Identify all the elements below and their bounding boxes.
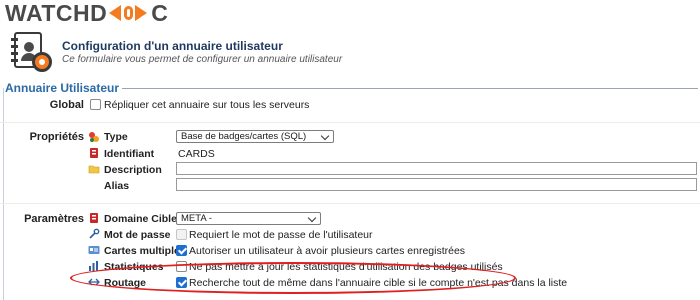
- identifier-label: Identifiant: [104, 148, 155, 160]
- password-option[interactable]: Requiert le mot de passe de l'utilisateu…: [189, 229, 373, 241]
- row-separator: [0, 203, 700, 204]
- password-label: Mot de passe: [104, 229, 171, 241]
- logo-text-left: WATCHD: [5, 0, 108, 26]
- description-icon: [88, 165, 100, 174]
- description-label: Description: [104, 164, 162, 176]
- alias-input[interactable]: [176, 178, 697, 191]
- target-domain-select[interactable]: META -: [176, 212, 321, 225]
- password-icon: [89, 228, 100, 239]
- page-subtitle: Ce formulaire vous permet de configurer …: [62, 54, 343, 65]
- multi-cards-label: Cartes multiples: [104, 245, 186, 257]
- chevron-down-icon: [320, 131, 330, 141]
- cards-icon: [88, 246, 100, 254]
- description-input[interactable]: [176, 162, 697, 175]
- directory-settings-icon: [10, 32, 54, 72]
- global-label: Global: [49, 99, 84, 111]
- replicate-label[interactable]: Répliquer cet annuaire sur tous les serv…: [104, 99, 309, 111]
- target-domain-select-value: META -: [181, 213, 212, 224]
- identifier-icon: [90, 148, 98, 158]
- row-separator: [0, 122, 700, 123]
- logo-mark-icon: [108, 3, 150, 23]
- section-legend: Annuaire Utilisateur: [5, 81, 123, 95]
- alias-label: Alias: [104, 180, 130, 192]
- multi-cards-checkbox[interactable]: [176, 245, 187, 256]
- logo-text-right: C: [151, 0, 169, 26]
- watchdoc-logo[interactable]: WATCHD C: [5, 1, 168, 25]
- page-title: Configuration d'un annuaire utilisateur: [62, 39, 283, 53]
- replicate-checkbox[interactable]: [90, 99, 101, 110]
- properties-label: Propriétés: [29, 131, 84, 143]
- password-checkbox[interactable]: [176, 229, 187, 240]
- type-icon: [89, 132, 99, 142]
- target-domain-label: Domaine Cible: [104, 213, 177, 225]
- highlight-annotation: [70, 262, 516, 294]
- chevron-down-icon: [307, 213, 317, 223]
- parameters-label: Paramètres: [24, 213, 84, 225]
- type-select-value: Base de badges/cartes (SQL): [181, 131, 307, 142]
- top-bar: WATCHD C: [0, 0, 700, 26]
- type-select[interactable]: Base de badges/cartes (SQL): [176, 130, 334, 143]
- section-divider: [110, 88, 698, 89]
- multi-cards-option[interactable]: Autoriser un utilisateur à avoir plusieu…: [189, 245, 465, 257]
- section-border: [3, 88, 4, 300]
- type-label: Type: [104, 131, 128, 143]
- identifier-value: CARDS: [178, 148, 215, 160]
- target-domain-icon: [90, 213, 98, 223]
